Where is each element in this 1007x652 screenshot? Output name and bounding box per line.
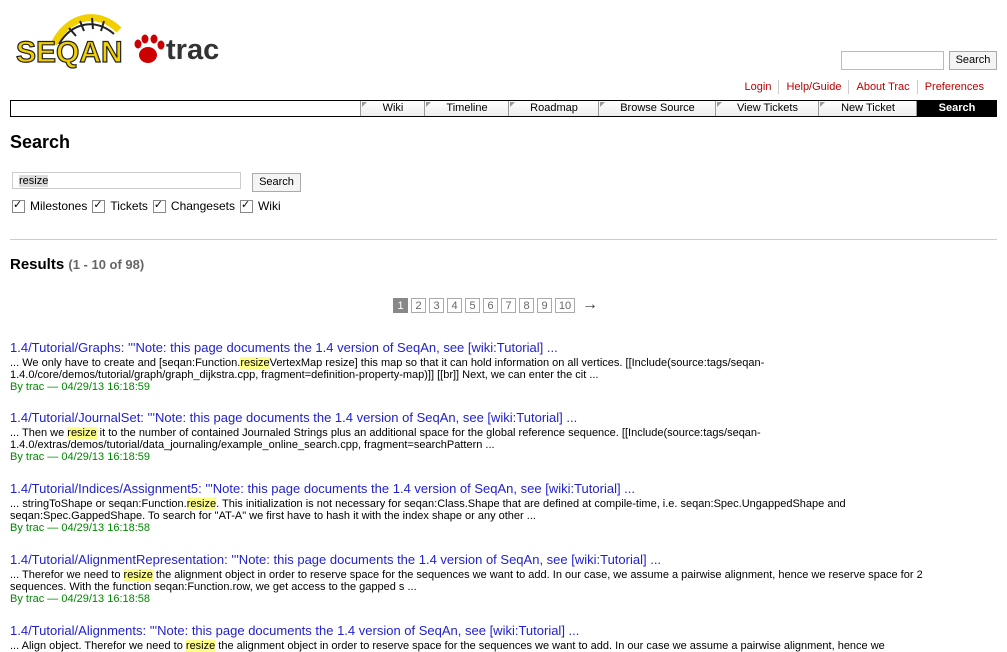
result-title-link[interactable]: 1.4/Tutorial/JournalSet: '''Note: this p… (10, 410, 980, 425)
results-heading: Results (1 - 10 of 98) (10, 256, 144, 273)
highlight: resize (185, 640, 216, 652)
seqan-trac-logo[interactable]: SEQAN trac (14, 10, 229, 74)
search-result: 1.4/Tutorial/Alignments: '''Note: this p… (10, 623, 980, 652)
search-query-input[interactable]: resize (12, 172, 241, 189)
page-link[interactable]: 7 (501, 297, 516, 313)
search-result: 1.4/Tutorial/AlignmentRepresentation: ''… (10, 552, 980, 605)
next-page-arrow-icon[interactable]: → (582, 296, 598, 314)
search-result: 1.4/Tutorial/JournalSet: '''Note: this p… (10, 410, 980, 463)
result-title-link[interactable]: 1.4/Tutorial/Alignments: '''Note: this p… (10, 623, 980, 638)
page-link[interactable]: 4 (447, 297, 462, 313)
login-link[interactable]: Login (738, 80, 779, 94)
meta-navigation: Login Help/Guide About Trac Preferences (738, 80, 991, 94)
preferences-link[interactable]: Preferences (916, 80, 991, 94)
page-link[interactable]: 5 (465, 297, 480, 313)
nav-new-ticket[interactable]: New Ticket (818, 101, 917, 116)
search-result: 1.4/Tutorial/Indices/Assignment5: '''Not… (10, 481, 980, 534)
checkbox-wiki[interactable] (239, 198, 253, 213)
result-author-date: By trac — 04/29/13 16:18:59 (10, 451, 151, 463)
highlight: resize (67, 427, 97, 439)
header-search-button[interactable]: Search (949, 51, 997, 70)
page-title: Search (10, 132, 71, 152)
result-excerpt: ... Therefor we need to resize the align… (10, 569, 923, 593)
svg-text:SEQAN: SEQAN (16, 36, 123, 69)
page-link[interactable]: 10 (555, 297, 575, 313)
main-navigation: Wiki Timeline Roadmap Browse Source View… (10, 100, 997, 117)
pagination: 1 2 3 4 5 6 7 8 9 10 → (393, 296, 598, 314)
filter-label: Wiki (257, 199, 281, 213)
result-excerpt: ... Align object. Therefor we need to re… (10, 640, 885, 652)
page-link[interactable]: 3 (429, 297, 444, 313)
page-link[interactable]: 8 (519, 297, 534, 313)
filter-milestones[interactable]: Milestones (12, 198, 88, 213)
nav-wiki[interactable]: Wiki (360, 101, 425, 116)
result-excerpt: ... We only have to create and [seqan:Fu… (10, 357, 765, 381)
checkbox-tickets[interactable] (92, 198, 106, 213)
highlight: resize (240, 357, 270, 369)
result-title-link[interactable]: 1.4/Tutorial/AlignmentRepresentation: ''… (10, 552, 980, 567)
nav-timeline[interactable]: Timeline (424, 101, 509, 116)
result-author-date: By trac — 04/29/13 16:18:58 (10, 522, 151, 534)
filter-label: Milestones (30, 199, 88, 213)
nav-search[interactable]: Search (916, 101, 997, 116)
highlight: resize (123, 569, 153, 581)
result-title-link[interactable]: 1.4/Tutorial/Indices/Assignment5: '''Not… (10, 481, 980, 496)
nav-view-tickets[interactable]: View Tickets (715, 101, 819, 116)
result-author-date: By trac — 04/29/13 16:18:59 (10, 381, 151, 393)
filter-label: Changesets (170, 199, 235, 213)
filter-wiki[interactable]: Wiki (239, 198, 281, 213)
paw-icon (134, 34, 165, 63)
filter-label: Tickets (110, 199, 148, 213)
filter-tickets[interactable]: Tickets (92, 198, 148, 213)
header-search-input[interactable] (841, 51, 944, 70)
nav-roadmap[interactable]: Roadmap (508, 101, 599, 116)
divider (10, 239, 997, 240)
result-excerpt: ... stringToShape or seqan:Function.resi… (10, 498, 846, 522)
highlight: resize (186, 498, 217, 510)
page-link[interactable]: 2 (411, 297, 426, 313)
search-filters: Milestones Tickets Changesets Wiki (12, 198, 286, 213)
results-label: Results (10, 256, 65, 273)
search-result: 1.4/Tutorial/Graphs: '''Note: this page … (10, 340, 980, 393)
checkbox-milestones[interactable] (12, 198, 25, 213)
result-title-link[interactable]: 1.4/Tutorial/Graphs: '''Note: this page … (10, 340, 980, 355)
checkbox-changesets[interactable] (152, 198, 166, 213)
search-button[interactable]: Search (252, 173, 301, 192)
result-author-date: By trac — 04/29/13 16:18:58 (10, 593, 151, 605)
help-guide-link[interactable]: Help/Guide (778, 80, 848, 94)
results-count: (1 - 10 of 98) (68, 257, 145, 272)
page-link[interactable]: 6 (483, 297, 498, 313)
svg-text:trac: trac (166, 34, 219, 66)
result-excerpt: ... Then we resize it to the number of c… (10, 427, 761, 451)
nav-browse-source[interactable]: Browse Source (598, 101, 716, 116)
page-link-current: 1 (393, 297, 408, 313)
about-trac-link[interactable]: About Trac (848, 80, 916, 94)
query-text: resize (19, 175, 49, 187)
page-link[interactable]: 9 (537, 297, 552, 313)
filter-changesets[interactable]: Changesets (152, 198, 235, 213)
